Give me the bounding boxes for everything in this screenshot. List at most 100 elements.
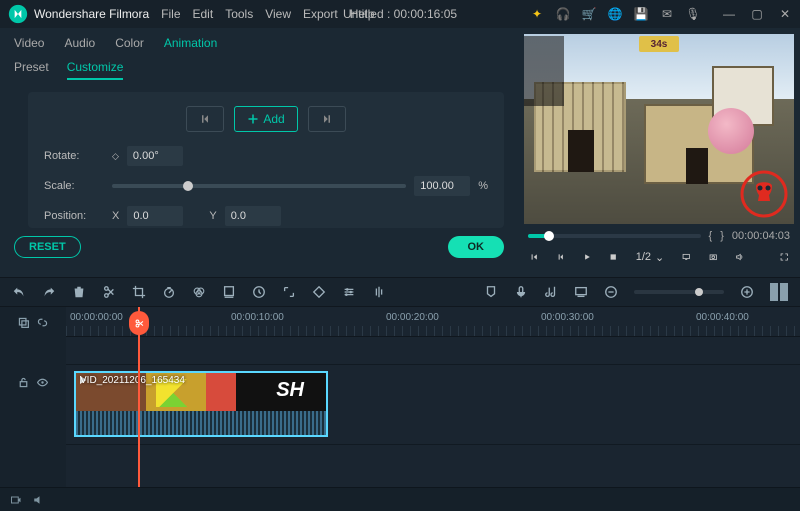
reset-button[interactable]: RESET xyxy=(14,236,81,258)
loop-end-bracket[interactable]: } xyxy=(720,230,724,242)
audio-icon[interactable] xyxy=(372,285,386,299)
speed-icon[interactable] xyxy=(162,285,176,299)
preview-panel: 34s { } 00:00:04:03 1/2 ⌄ xyxy=(518,28,800,277)
display-settings-icon[interactable] xyxy=(682,250,690,264)
zoom-slider[interactable] xyxy=(634,290,724,294)
preview-scrubber[interactable] xyxy=(528,234,701,238)
marker-track[interactable] xyxy=(66,337,800,365)
customize-panel: Add Rotate: ◇ Scale: % Position: X Y xyxy=(28,92,504,228)
playhead[interactable] xyxy=(138,307,140,487)
dual-view-icon[interactable] xyxy=(770,283,788,301)
minimize-icon[interactable]: — xyxy=(722,7,736,21)
zoom-in-icon[interactable] xyxy=(740,285,754,299)
tab-preset[interactable]: Preset xyxy=(14,60,49,80)
rotate-diamond-icon[interactable]: ◇ xyxy=(112,151,119,162)
video-track-toggle-icon[interactable] xyxy=(10,494,22,506)
volume-icon[interactable] xyxy=(735,250,743,264)
copy-icon[interactable] xyxy=(17,316,30,329)
position-label: Position: xyxy=(44,210,104,222)
render-icon[interactable] xyxy=(574,285,588,299)
globe-icon[interactable]: 🌐 xyxy=(608,7,622,21)
ruler-tick-1: 00:00:10:00 xyxy=(231,312,284,323)
skull-overlay-icon xyxy=(740,170,788,218)
status-bar xyxy=(0,487,800,511)
expand-icon[interactable] xyxy=(282,285,296,299)
preview-timecode: 00:00:04:03 xyxy=(732,230,790,242)
menu-file[interactable]: File xyxy=(161,7,180,21)
tab-color[interactable]: Color xyxy=(115,36,144,50)
menu-export[interactable]: Export xyxy=(303,7,338,21)
scale-slider[interactable] xyxy=(112,184,406,188)
video-track-1[interactable]: VID_20211206_165434 SH xyxy=(66,365,800,445)
duration-icon[interactable] xyxy=(252,285,266,299)
property-panel: Video Audio Color Animation Preset Custo… xyxy=(0,28,518,277)
zoom-out-icon[interactable] xyxy=(604,285,618,299)
preview-scrubber-row: { } 00:00:04:03 xyxy=(518,224,800,242)
eye-icon[interactable] xyxy=(36,376,49,389)
tab-video[interactable]: Video xyxy=(14,36,44,50)
message-dot-icon[interactable]: ✉ xyxy=(660,7,674,21)
clip-label: VID_20211206_165434 xyxy=(80,375,185,386)
tab-audio[interactable]: Audio xyxy=(64,36,95,50)
marker-shield-icon[interactable] xyxy=(484,285,498,299)
mic-icon[interactable]: 🎙 xyxy=(686,7,700,21)
redo-icon[interactable] xyxy=(42,285,56,299)
idea-icon[interactable]: ✦ xyxy=(530,7,544,21)
step-back-icon[interactable] xyxy=(530,250,538,264)
menu-edit[interactable]: Edit xyxy=(193,7,214,21)
next-keyframe-button[interactable] xyxy=(308,106,346,132)
voiceover-icon[interactable] xyxy=(514,285,528,299)
playback-rate[interactable]: 1/2 ⌄ xyxy=(636,251,665,264)
ok-button[interactable]: OK xyxy=(448,236,505,258)
headphones-icon[interactable]: 🎧 xyxy=(556,7,570,21)
tab-customize[interactable]: Customize xyxy=(67,60,124,80)
timeline-ruler[interactable]: 00:00:00:00 00:00:10:00 00:00:20:00 00:0… xyxy=(66,307,800,337)
app-name: Wondershare Filmora xyxy=(34,7,149,21)
timeline-body[interactable]: 00:00:00:00 00:00:10:00 00:00:20:00 00:0… xyxy=(66,307,800,487)
loop-start-bracket[interactable]: { xyxy=(709,230,713,242)
title-bar: Wondershare Filmora File Edit Tools View… xyxy=(0,0,800,28)
prev-keyframe-button[interactable] xyxy=(186,106,224,132)
keyframe-diamond-icon[interactable] xyxy=(312,285,326,299)
rotate-value-input[interactable] xyxy=(127,146,183,166)
snapshot-icon[interactable] xyxy=(709,250,717,264)
delete-icon[interactable] xyxy=(72,285,86,299)
animation-subtabs: Preset Customize xyxy=(0,56,518,80)
link-icon[interactable] xyxy=(36,316,49,329)
menu-tools[interactable]: Tools xyxy=(225,7,253,21)
save-icon[interactable]: 💾 xyxy=(634,7,648,21)
color-balance-icon[interactable] xyxy=(192,285,206,299)
scissors-icon xyxy=(134,318,145,329)
scale-value-input[interactable] xyxy=(414,176,470,196)
close-icon[interactable]: ✕ xyxy=(778,7,792,21)
video-clip[interactable]: VID_20211206_165434 SH xyxy=(74,371,328,437)
menu-view[interactable]: View xyxy=(265,7,291,21)
stop-icon[interactable] xyxy=(609,250,617,264)
timeline: 00:00:00:00 00:00:10:00 00:00:20:00 00:0… xyxy=(0,307,800,487)
maximize-icon[interactable]: ▢ xyxy=(750,7,764,21)
position-x-label: X xyxy=(112,210,119,222)
ruler-tick-4: 00:00:40:00 xyxy=(696,312,749,323)
property-tabs: Video Audio Color Animation xyxy=(0,28,518,56)
audio-track-toggle-icon[interactable] xyxy=(32,494,44,506)
preview-viewport[interactable]: 34s xyxy=(524,34,794,224)
position-y-input[interactable] xyxy=(225,206,281,226)
split-icon[interactable] xyxy=(102,285,116,299)
frame-back-icon[interactable] xyxy=(556,250,564,264)
undo-icon[interactable] xyxy=(12,285,26,299)
rotate-control: Rotate: ◇ xyxy=(44,146,488,166)
fullscreen-icon[interactable] xyxy=(780,250,788,264)
timeline-track-header xyxy=(0,307,66,487)
adjust-icon[interactable] xyxy=(342,285,356,299)
play-icon[interactable] xyxy=(583,250,591,264)
add-button-label: Add xyxy=(263,112,284,126)
timeline-toolbar xyxy=(0,277,800,307)
crop-icon[interactable] xyxy=(132,285,146,299)
lock-open-icon[interactable] xyxy=(17,376,30,389)
audio-mixer-icon[interactable] xyxy=(544,285,558,299)
add-keyframe-button[interactable]: Add xyxy=(234,106,297,132)
position-x-input[interactable] xyxy=(127,206,183,226)
tab-animation[interactable]: Animation xyxy=(164,36,217,50)
green-screen-icon[interactable] xyxy=(222,285,236,299)
cart-icon[interactable]: 🛒 xyxy=(582,7,596,21)
